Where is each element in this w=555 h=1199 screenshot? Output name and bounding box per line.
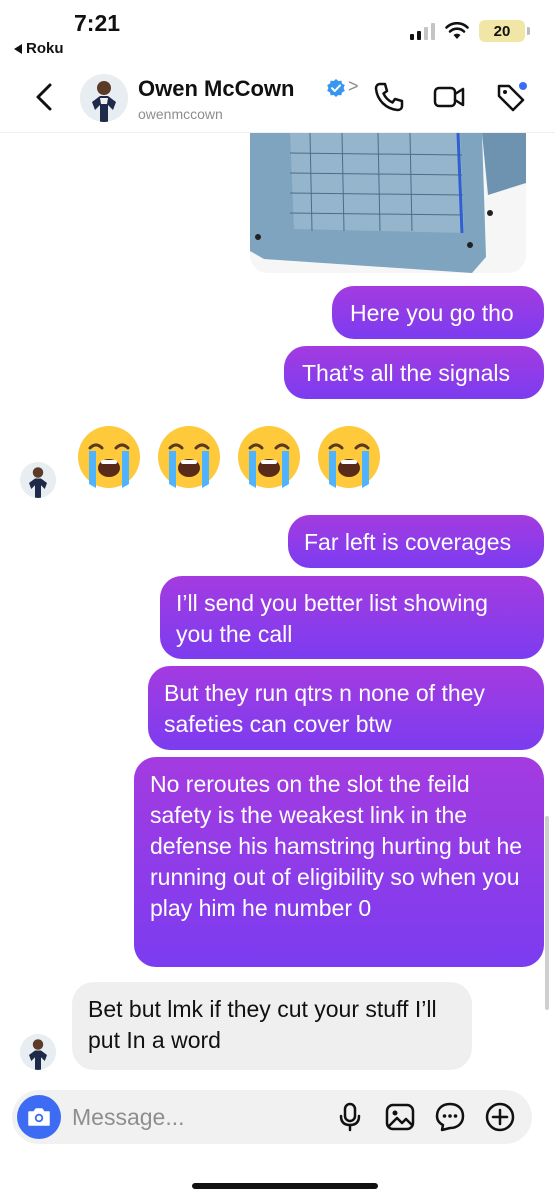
loudly-crying-face-icon <box>78 426 140 488</box>
contact-avatar[interactable] <box>80 74 128 122</box>
received-message[interactable]: Bet but lmk if they cut your stuff I’ll … <box>72 982 472 1070</box>
message-composer <box>12 1090 532 1144</box>
chat-header: Owen McCown > owenmccown <box>0 64 555 132</box>
back-triangle-icon <box>14 43 22 54</box>
sent-message[interactable]: Here you go tho <box>332 286 544 339</box>
camera-button[interactable] <box>17 1095 61 1139</box>
sent-message[interactable]: But they run qtrs n none of they safetie… <box>148 666 544 750</box>
scrollbar[interactable] <box>545 816 549 1010</box>
phone-icon[interactable] <box>372 80 406 114</box>
contact-handle: owenmccown <box>138 106 223 122</box>
player-avatar-icon <box>20 462 56 498</box>
battery-indicator: 20 <box>479 20 530 42</box>
wifi-icon <box>445 22 469 39</box>
back-chevron-icon[interactable] <box>32 82 58 112</box>
player-avatar-icon <box>20 1034 56 1070</box>
back-app-label: Roku <box>26 40 64 57</box>
chevron-right-icon[interactable]: > <box>348 76 359 97</box>
sent-message[interactable]: No reroutes on the slot the feild safety… <box>134 757 544 967</box>
status-indicators: 20 <box>410 20 530 42</box>
loudly-crying-face-icon <box>158 426 220 488</box>
sent-message[interactable]: That’s all the signals <box>284 346 544 399</box>
contact-avatar-small[interactable] <box>20 1034 56 1070</box>
contact-name[interactable]: Owen McCown <box>138 76 294 102</box>
loudly-crying-face-icon <box>318 426 380 488</box>
sent-message[interactable]: Far left is coverages <box>288 515 544 568</box>
sticker-icon[interactable] <box>434 1101 466 1133</box>
signal-sheet-image <box>250 133 526 273</box>
status-time: 7:21 <box>74 10 121 36</box>
camera-icon <box>28 1108 50 1126</box>
home-indicator[interactable] <box>192 1183 378 1189</box>
plus-icon[interactable] <box>484 1101 516 1133</box>
video-icon[interactable] <box>432 80 466 114</box>
cellular-signal-icon <box>410 22 435 40</box>
back-to-app[interactable]: Roku <box>14 40 64 57</box>
contact-avatar-small[interactable] <box>20 462 56 498</box>
message-input[interactable] <box>72 1090 322 1144</box>
player-avatar-icon <box>80 74 128 122</box>
sent-message[interactable]: I’ll send you better list showing you th… <box>160 576 544 659</box>
mic-icon[interactable] <box>334 1101 366 1133</box>
gallery-icon[interactable] <box>384 1101 416 1133</box>
loudly-crying-face-icon <box>238 426 300 488</box>
tag-icon[interactable] <box>494 80 528 114</box>
verified-badge-icon <box>327 79 345 97</box>
shared-photo[interactable] <box>250 133 526 273</box>
emoji-message[interactable] <box>76 424 382 490</box>
